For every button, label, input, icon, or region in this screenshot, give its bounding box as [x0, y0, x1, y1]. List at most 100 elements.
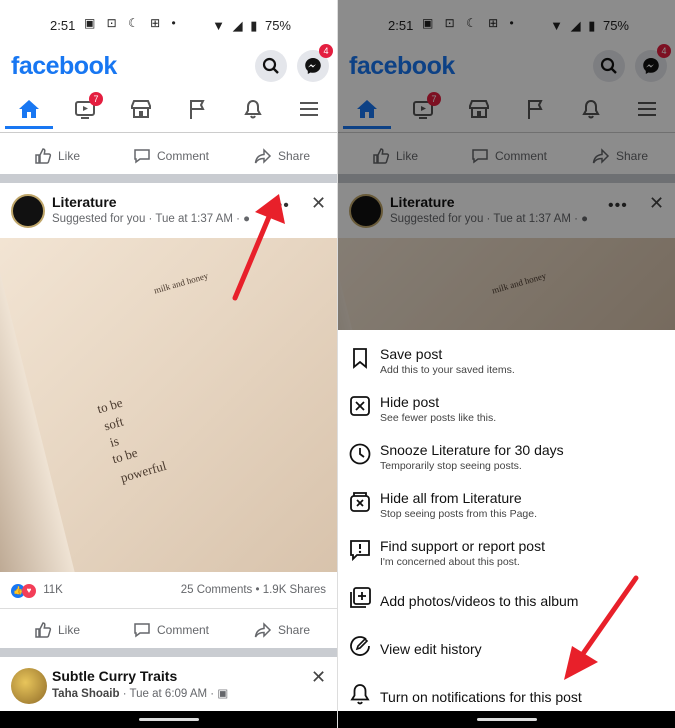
- video-badge: 7: [89, 92, 103, 106]
- report-icon: [350, 540, 370, 562]
- messenger-button[interactable]: 4: [297, 44, 333, 82]
- comment-icon: [134, 149, 150, 164]
- messenger-badge: 4: [319, 44, 333, 58]
- facebook-logo: facebook: [11, 52, 117, 80]
- tab-home[interactable]: [5, 90, 53, 129]
- store-icon: [131, 100, 151, 118]
- flag-icon: [190, 100, 205, 119]
- comment-icon: [134, 623, 150, 638]
- next-post-avatar[interactable]: [11, 668, 47, 704]
- menu-item-title: Snooze Literature for 30 days: [380, 442, 564, 458]
- page-name[interactable]: Literature: [52, 194, 117, 210]
- annotation-arrow-icon: [232, 194, 285, 301]
- menu-item-subtitle: Add this to your saved items.: [380, 364, 515, 376]
- wifi-icon: ▼: [212, 18, 225, 33]
- prev-post-actions: Like Comment Share: [0, 135, 337, 175]
- next-post-time: · Tue at 6:09 AM ·: [122, 688, 215, 700]
- comment-label: Comment: [157, 149, 210, 163]
- home-indicator[interactable]: [139, 718, 199, 721]
- gesture-bar: [0, 711, 337, 728]
- share-icon: [254, 148, 272, 164]
- next-post-author[interactable]: Taha Shoaib: [52, 688, 120, 700]
- tab-menu[interactable]: [285, 90, 333, 128]
- menu-item-subtitle: I'm concerned about this post.: [380, 556, 520, 568]
- share-button[interactable]: Share: [254, 619, 310, 641]
- edit-history-icon: [350, 636, 370, 656]
- menu-item-title: Save post: [380, 346, 443, 362]
- battery-icon: ▮: [250, 18, 258, 33]
- share-icon: [254, 622, 272, 638]
- close-post-button[interactable]: ✕: [311, 667, 326, 688]
- menu-item-subtitle: Stop seeing posts from this Page.: [380, 508, 538, 520]
- search-icon: [262, 57, 279, 74]
- signal-icon: ◢: [232, 18, 243, 33]
- feed-separator: [0, 648, 337, 657]
- bell-icon: [350, 684, 370, 705]
- like-label: Like: [58, 149, 81, 163]
- close-post-button[interactable]: ✕: [311, 193, 326, 214]
- annotation-arrow-icon: [564, 575, 639, 680]
- comment-label: Comment: [157, 623, 210, 637]
- menu-save-post[interactable]: Save post Add this to your saved items.: [338, 334, 675, 382]
- comment-button[interactable]: Comment: [133, 619, 209, 641]
- next-page-name[interactable]: Subtle Curry Traits: [52, 668, 177, 684]
- menu-hide-post[interactable]: Hide post See fewer posts like this.: [338, 382, 675, 430]
- comment-button[interactable]: Comment: [133, 145, 209, 167]
- menu-item-title: Hide all from Literature: [380, 490, 522, 506]
- gesture-bar: [338, 711, 675, 728]
- messenger-icon: [305, 58, 321, 74]
- menu-snooze[interactable]: Snooze Literature for 30 days Temporaril…: [338, 430, 675, 478]
- notification-icons: ▣ ⊡ ☾ ⊞ •: [84, 16, 180, 30]
- menu-report-post[interactable]: Find support or report post I'm concerne…: [338, 526, 675, 574]
- status-bar: 2:51 ▣ ⊡ ☾ ⊞ • ▼ ◢ ▮ 75%: [0, 0, 337, 44]
- like-label: Like: [58, 623, 81, 637]
- app-header: facebook 4: [0, 44, 337, 90]
- menu-item-title: Hide post: [380, 394, 440, 410]
- search-button[interactable]: [255, 50, 287, 82]
- home-indicator[interactable]: [477, 718, 537, 721]
- share-button[interactable]: Share: [254, 145, 310, 167]
- tab-watch[interactable]: 7: [61, 90, 109, 128]
- image-caption-top: milk and honey: [152, 270, 210, 296]
- add-photo-icon: [350, 587, 371, 608]
- comments-shares[interactable]: 25 Comments • 1.9K Shares: [181, 584, 326, 596]
- bookmark-icon: [353, 348, 367, 369]
- like-button[interactable]: Like: [34, 145, 80, 167]
- menu-item-subtitle: Temporarily stop seeing posts.: [380, 460, 522, 472]
- left-screen: 2:51 ▣ ⊡ ☾ ⊞ • ▼ ◢ ▮ 75% facebook 4 7 Li…: [0, 0, 337, 728]
- hamburger-icon: [300, 102, 318, 116]
- menu-item-title: Add photos/videos to this album: [380, 593, 579, 609]
- menu-hide-all[interactable]: Hide all from Literature Stop seeing pos…: [338, 478, 675, 526]
- book-page-edge: [0, 238, 90, 572]
- like-button[interactable]: Like: [34, 619, 80, 641]
- love-reaction-icon: ♥: [22, 584, 36, 598]
- home-icon: [19, 100, 39, 118]
- share-label: Share: [278, 623, 311, 637]
- reaction-count: 11K: [43, 584, 63, 596]
- tab-notifications[interactable]: [229, 90, 277, 128]
- tab-pages[interactable]: [173, 90, 221, 128]
- image-line-2: soft: [102, 413, 126, 434]
- feed-separator: [0, 174, 337, 183]
- menu-item-title: Find support or report post: [380, 538, 545, 554]
- post-meta-text: Suggested for you · Tue at 1:37 AM ·: [52, 213, 240, 225]
- hide-x-icon: [350, 396, 370, 416]
- group-icon: ▣: [217, 688, 229, 700]
- nav-tabs: 7: [0, 90, 337, 133]
- reactions[interactable]: 👍 ♥ 11K: [11, 584, 63, 598]
- share-label: Share: [278, 149, 311, 163]
- hide-all-icon: [350, 492, 370, 512]
- tab-marketplace[interactable]: [117, 90, 165, 128]
- post-image[interactable]: milk and honey to be soft is to be power…: [0, 238, 337, 572]
- next-post-meta: Taha Shoaib · Tue at 6:09 AM · ▣: [52, 686, 228, 700]
- bell-icon: [244, 99, 262, 119]
- menu-item-title: Turn on notifications for this post: [380, 689, 582, 705]
- menu-item-subtitle: See fewer posts like this.: [380, 412, 497, 424]
- battery-level: 75%: [264, 18, 291, 33]
- menu-item-title: View edit history: [380, 641, 482, 657]
- post-header: Literature Suggested for you · Tue at 1:…: [0, 183, 337, 237]
- modal-overlay[interactable]: [338, 0, 675, 330]
- page-avatar[interactable]: [11, 194, 45, 228]
- post-stats: 👍 ♥ 11K 25 Comments • 1.9K Shares: [0, 572, 337, 608]
- thumbs-up-icon: [35, 148, 52, 164]
